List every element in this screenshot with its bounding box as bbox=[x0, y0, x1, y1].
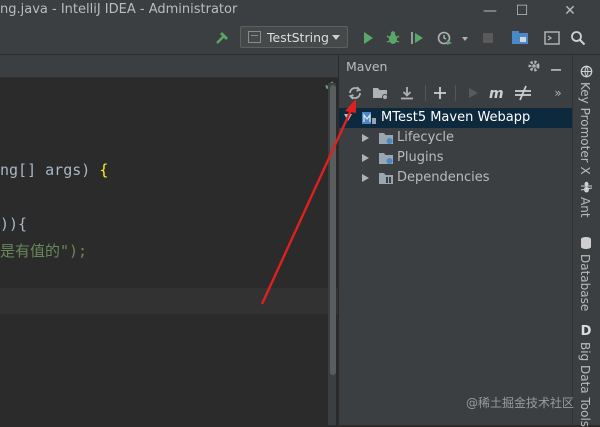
tree-item-plugins[interactable]: Plugins bbox=[339, 148, 573, 168]
run-coverage-icon[interactable] bbox=[407, 27, 429, 49]
code-editor[interactable]: ng[] args) { )){ 是有值的"); ✔ bbox=[0, 55, 338, 425]
editor-tab-strip bbox=[0, 55, 338, 78]
code-line: )){ bbox=[0, 215, 28, 233]
reload-icon[interactable] bbox=[344, 82, 366, 104]
lifecycle-label: Lifecycle bbox=[397, 130, 455, 145]
toggle-offline-icon[interactable] bbox=[512, 82, 534, 104]
title-bar: ng.java - IntelliJ IDEA - Administrator … bbox=[0, 0, 600, 22]
tree-item-lifecycle[interactable]: Lifecycle bbox=[339, 128, 573, 148]
stripe-tool-big-data[interactable]: Big Data Tools bbox=[578, 342, 592, 427]
profiler-dropdown-icon[interactable] bbox=[462, 37, 468, 41]
maximize-button[interactable]: ☐ bbox=[500, 0, 544, 22]
window-title: ng.java - IntelliJ IDEA - Administrator bbox=[0, 2, 238, 17]
lifecycle-folder-icon bbox=[379, 133, 393, 144]
generate-sources-folder-icon[interactable] bbox=[370, 82, 392, 104]
plugins-folder-icon bbox=[379, 153, 393, 164]
close-button[interactable]: ✕ bbox=[548, 0, 592, 22]
execute-maven-goal-icon[interactable]: m bbox=[486, 82, 508, 104]
stop-icon bbox=[477, 27, 499, 49]
download-sources-icon[interactable] bbox=[396, 82, 418, 104]
add-maven-project-icon[interactable] bbox=[429, 82, 451, 104]
toolbar-separator bbox=[425, 85, 426, 101]
minimize-panel-icon[interactable] bbox=[545, 55, 567, 77]
globe-icon bbox=[579, 64, 593, 78]
gear-icon[interactable] bbox=[523, 55, 545, 77]
search-icon[interactable] bbox=[567, 27, 589, 49]
expand-arrow-icon[interactable] bbox=[362, 134, 369, 142]
right-tool-stripe: Key Promoter X Ant Database D Big Data T… bbox=[572, 55, 600, 427]
maven-header: Maven bbox=[339, 55, 573, 77]
build-hammer-icon[interactable] bbox=[212, 27, 234, 49]
project-structure-icon[interactable] bbox=[509, 27, 531, 49]
database-icon bbox=[579, 236, 593, 250]
code-line: ng[] args) { bbox=[0, 161, 109, 179]
watermark: @稀土掘金技术社区 bbox=[466, 396, 575, 410]
debug-bug-icon[interactable] bbox=[382, 27, 404, 49]
maven-tool-window: Maven m » MTest5 Maven Webapp Lifecycle … bbox=[338, 55, 573, 425]
stripe-tool-ant[interactable]: Ant bbox=[578, 197, 592, 218]
tree-item-project[interactable]: MTest5 Maven Webapp bbox=[339, 108, 573, 128]
project-name: MTest5 Maven Webapp bbox=[381, 110, 531, 125]
maven-project-icon bbox=[362, 112, 376, 124]
profiler-icon[interactable] bbox=[434, 27, 456, 49]
maven-toolbar: m » bbox=[339, 79, 573, 107]
maven-title: Maven bbox=[346, 59, 388, 74]
code-line-string: 是有值的"); bbox=[0, 242, 88, 260]
open-brace: { bbox=[99, 161, 109, 179]
run-config-selector[interactable]: TestString bbox=[240, 26, 348, 48]
chevron-down-icon bbox=[332, 35, 340, 40]
terminal-layout-icon[interactable] bbox=[541, 27, 563, 49]
run-config-label: TestString bbox=[267, 30, 329, 45]
toolbar-separator bbox=[455, 85, 456, 101]
stripe-tool-database[interactable]: Database bbox=[578, 254, 592, 311]
current-line-highlight bbox=[0, 288, 338, 314]
editor-scrollbar-thumb[interactable] bbox=[330, 85, 336, 375]
expand-arrow-icon[interactable] bbox=[344, 114, 352, 121]
plugins-label: Plugins bbox=[397, 150, 444, 165]
run-play-icon[interactable] bbox=[357, 27, 379, 49]
dependencies-label: Dependencies bbox=[397, 170, 490, 185]
run-maven-build-icon bbox=[462, 82, 484, 104]
expand-arrow-icon[interactable] bbox=[362, 154, 369, 162]
stripe-tool-key-promoter[interactable]: Key Promoter X bbox=[578, 82, 592, 175]
config-icon bbox=[248, 31, 261, 43]
main-toolbar: TestString bbox=[0, 22, 600, 55]
svg-text:m: m bbox=[489, 86, 504, 100]
dependencies-folder-icon bbox=[379, 173, 393, 184]
more-actions-icon[interactable]: » bbox=[547, 82, 569, 104]
tree-item-dependencies[interactable]: Dependencies bbox=[339, 168, 573, 188]
expand-arrow-icon[interactable] bbox=[362, 174, 369, 182]
ant-icon bbox=[579, 179, 593, 193]
big-data-tools-icon: D bbox=[580, 323, 592, 339]
